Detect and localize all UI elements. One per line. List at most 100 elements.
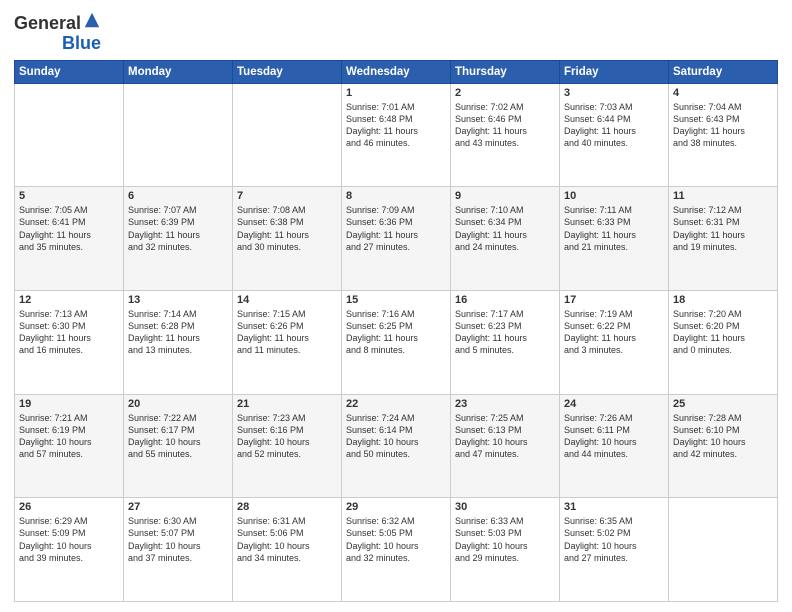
calendar-cell: 12 Sunrise: 7:13 AM Sunset: 6:30 PM Dayli… <box>15 290 124 394</box>
calendar-cell: 9 Sunrise: 7:10 AM Sunset: 6:34 PM Daylig… <box>451 187 560 291</box>
weekday-header-thursday: Thursday <box>451 60 560 83</box>
cell-details: Sunrise: 7:17 AM Sunset: 6:23 PM Dayligh… <box>455 308 555 357</box>
weekday-header-sunday: Sunday <box>15 60 124 83</box>
cell-details: Sunrise: 7:13 AM Sunset: 6:30 PM Dayligh… <box>19 308 119 357</box>
calendar-week-row: 1Sunrise: 7:01 AM Sunset: 6:48 PM Daylig… <box>15 83 778 187</box>
cell-details: Sunrise: 7:01 AM Sunset: 6:48 PM Dayligh… <box>346 101 446 150</box>
day-number: 8 <box>346 190 446 202</box>
calendar-cell: 19 Sunrise: 7:21 AM Sunset: 6:19 PM Dayli… <box>15 394 124 498</box>
day-number: 10 <box>564 190 664 202</box>
cell-details: Sunrise: 7:04 AM Sunset: 6:43 PM Dayligh… <box>673 101 773 150</box>
calendar-cell: 31Sunrise: 6:35 AM Sunset: 5:02 PM Dayli… <box>560 498 669 602</box>
calendar-cell: 1Sunrise: 7:01 AM Sunset: 6:48 PM Daylig… <box>342 83 451 187</box>
header: General Blue <box>14 10 778 54</box>
calendar-week-row: 26Sunrise: 6:29 AM Sunset: 5:09 PM Dayli… <box>15 498 778 602</box>
cell-details: Sunrise: 7:16 AM Sunset: 6:25 PM Dayligh… <box>346 308 446 357</box>
day-number: 16 <box>455 294 555 306</box>
calendar-cell: 28 Sunrise: 6:31 AM Sunset: 5:06 PM Dayli… <box>233 498 342 602</box>
day-number: 4 <box>673 87 773 99</box>
day-number: 28 <box>237 501 337 513</box>
day-number: 15 <box>346 294 446 306</box>
cell-details: Sunrise: 7:25 AM Sunset: 6:13 PM Dayligh… <box>455 412 555 461</box>
calendar-cell: 22 Sunrise: 7:24 AM Sunset: 6:14 PM Dayli… <box>342 394 451 498</box>
calendar-week-row: 19 Sunrise: 7:21 AM Sunset: 6:19 PM Dayli… <box>15 394 778 498</box>
day-number: 30 <box>455 501 555 513</box>
cell-details: Sunrise: 7:21 AM Sunset: 6:19 PM Dayligh… <box>19 412 119 461</box>
day-number: 5 <box>19 190 119 202</box>
day-number: 29 <box>346 501 446 513</box>
calendar-cell: 16 Sunrise: 7:17 AM Sunset: 6:23 PM Dayli… <box>451 290 560 394</box>
weekday-header-row: SundayMondayTuesdayWednesdayThursdayFrid… <box>15 60 778 83</box>
cell-details: Sunrise: 7:05 AM Sunset: 6:41 PM Dayligh… <box>19 204 119 253</box>
calendar-cell: 24Sunrise: 7:26 AM Sunset: 6:11 PM Dayli… <box>560 394 669 498</box>
logo-general: General <box>14 14 81 34</box>
calendar-cell: 27 Sunrise: 6:30 AM Sunset: 5:07 PM Dayli… <box>124 498 233 602</box>
cell-details: Sunrise: 7:22 AM Sunset: 6:17 PM Dayligh… <box>128 412 228 461</box>
day-number: 31 <box>564 501 664 513</box>
day-number: 9 <box>455 190 555 202</box>
weekday-header-saturday: Saturday <box>669 60 778 83</box>
day-number: 21 <box>237 398 337 410</box>
cell-details: Sunrise: 7:11 AM Sunset: 6:33 PM Dayligh… <box>564 204 664 253</box>
calendar-cell: 13Sunrise: 7:14 AM Sunset: 6:28 PM Dayli… <box>124 290 233 394</box>
day-number: 23 <box>455 398 555 410</box>
calendar-cell: 15 Sunrise: 7:16 AM Sunset: 6:25 PM Dayli… <box>342 290 451 394</box>
calendar-cell: 20 Sunrise: 7:22 AM Sunset: 6:17 PM Dayli… <box>124 394 233 498</box>
day-number: 2 <box>455 87 555 99</box>
day-number: 14 <box>237 294 337 306</box>
day-number: 11 <box>673 190 773 202</box>
cell-details: Sunrise: 7:07 AM Sunset: 6:39 PM Dayligh… <box>128 204 228 253</box>
logo-blue: Blue <box>62 34 101 54</box>
day-number: 22 <box>346 398 446 410</box>
cell-details: Sunrise: 7:08 AM Sunset: 6:38 PM Dayligh… <box>237 204 337 253</box>
day-number: 17 <box>564 294 664 306</box>
day-number: 27 <box>128 501 228 513</box>
day-number: 12 <box>19 294 119 306</box>
calendar-cell: 17 Sunrise: 7:19 AM Sunset: 6:22 PM Dayli… <box>560 290 669 394</box>
calendar-cell: 6Sunrise: 7:07 AM Sunset: 6:39 PM Daylig… <box>124 187 233 291</box>
calendar-cell: 25 Sunrise: 7:28 AM Sunset: 6:10 PM Dayli… <box>669 394 778 498</box>
calendar-cell: 23 Sunrise: 7:25 AM Sunset: 6:13 PM Dayli… <box>451 394 560 498</box>
day-number: 19 <box>19 398 119 410</box>
calendar-cell: 11Sunrise: 7:12 AM Sunset: 6:31 PM Dayli… <box>669 187 778 291</box>
calendar-cell: 8 Sunrise: 7:09 AM Sunset: 6:36 PM Daylig… <box>342 187 451 291</box>
calendar-week-row: 12 Sunrise: 7:13 AM Sunset: 6:30 PM Dayli… <box>15 290 778 394</box>
calendar-cell: 26Sunrise: 6:29 AM Sunset: 5:09 PM Dayli… <box>15 498 124 602</box>
logo: General Blue <box>14 14 101 54</box>
cell-details: Sunrise: 6:29 AM Sunset: 5:09 PM Dayligh… <box>19 515 119 564</box>
day-number: 18 <box>673 294 773 306</box>
calendar-cell: 5 Sunrise: 7:05 AM Sunset: 6:41 PM Daylig… <box>15 187 124 291</box>
calendar-cell <box>124 83 233 187</box>
cell-details: Sunrise: 7:15 AM Sunset: 6:26 PM Dayligh… <box>237 308 337 357</box>
calendar-cell: 18 Sunrise: 7:20 AM Sunset: 6:20 PM Dayli… <box>669 290 778 394</box>
cell-details: Sunrise: 7:23 AM Sunset: 6:16 PM Dayligh… <box>237 412 337 461</box>
cell-details: Sunrise: 7:24 AM Sunset: 6:14 PM Dayligh… <box>346 412 446 461</box>
cell-details: Sunrise: 7:02 AM Sunset: 6:46 PM Dayligh… <box>455 101 555 150</box>
calendar-cell <box>669 498 778 602</box>
weekday-header-monday: Monday <box>124 60 233 83</box>
calendar-table: SundayMondayTuesdayWednesdayThursdayFrid… <box>14 60 778 602</box>
page: General Blue SundayMondayTuesdayWednesda… <box>0 0 792 612</box>
cell-details: Sunrise: 6:30 AM Sunset: 5:07 PM Dayligh… <box>128 515 228 564</box>
day-number: 7 <box>237 190 337 202</box>
logo-icon <box>83 11 101 29</box>
calendar-cell: 3Sunrise: 7:03 AM Sunset: 6:44 PM Daylig… <box>560 83 669 187</box>
day-number: 25 <box>673 398 773 410</box>
logo-text: General Blue <box>14 14 101 54</box>
cell-details: Sunrise: 7:26 AM Sunset: 6:11 PM Dayligh… <box>564 412 664 461</box>
weekday-header-tuesday: Tuesday <box>233 60 342 83</box>
calendar-cell: 30 Sunrise: 6:33 AM Sunset: 5:03 PM Dayli… <box>451 498 560 602</box>
calendar-cell: 10 Sunrise: 7:11 AM Sunset: 6:33 PM Dayli… <box>560 187 669 291</box>
cell-details: Sunrise: 7:20 AM Sunset: 6:20 PM Dayligh… <box>673 308 773 357</box>
calendar-cell: 4 Sunrise: 7:04 AM Sunset: 6:43 PM Daylig… <box>669 83 778 187</box>
cell-details: Sunrise: 7:10 AM Sunset: 6:34 PM Dayligh… <box>455 204 555 253</box>
cell-details: Sunrise: 6:33 AM Sunset: 5:03 PM Dayligh… <box>455 515 555 564</box>
weekday-header-friday: Friday <box>560 60 669 83</box>
cell-details: Sunrise: 7:28 AM Sunset: 6:10 PM Dayligh… <box>673 412 773 461</box>
cell-details: Sunrise: 6:32 AM Sunset: 5:05 PM Dayligh… <box>346 515 446 564</box>
cell-details: Sunrise: 6:31 AM Sunset: 5:06 PM Dayligh… <box>237 515 337 564</box>
cell-details: Sunrise: 7:09 AM Sunset: 6:36 PM Dayligh… <box>346 204 446 253</box>
day-number: 20 <box>128 398 228 410</box>
cell-details: Sunrise: 7:19 AM Sunset: 6:22 PM Dayligh… <box>564 308 664 357</box>
cell-details: Sunrise: 7:03 AM Sunset: 6:44 PM Dayligh… <box>564 101 664 150</box>
